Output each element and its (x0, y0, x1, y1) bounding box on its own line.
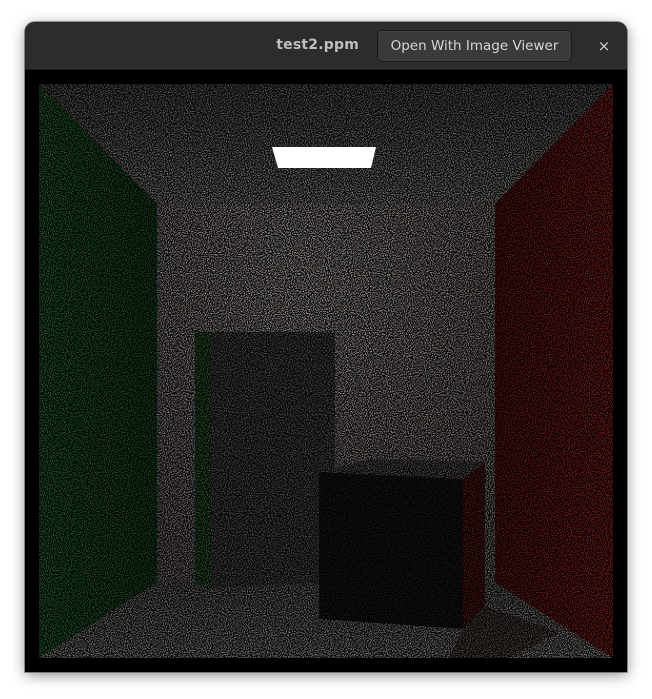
image-viewport (25, 70, 627, 672)
close-icon[interactable]: × (591, 33, 617, 59)
title-bar[interactable]: test2.ppm Open With Image Viewer × (25, 22, 627, 70)
open-with-image-viewer-button[interactable]: Open With Image Viewer (377, 30, 572, 62)
tall-box-front (211, 332, 335, 588)
scene-surfaces (39, 84, 613, 658)
short-box-front (319, 472, 463, 629)
ceiling-light (272, 147, 376, 168)
rendered-image (39, 84, 613, 658)
window-title: test2.ppm (276, 37, 359, 53)
cornell-box-render (39, 84, 613, 658)
short-box-side (463, 462, 485, 629)
image-preview-window: test2.ppm Open With Image Viewer × (25, 22, 627, 672)
tall-box-side (195, 332, 211, 588)
